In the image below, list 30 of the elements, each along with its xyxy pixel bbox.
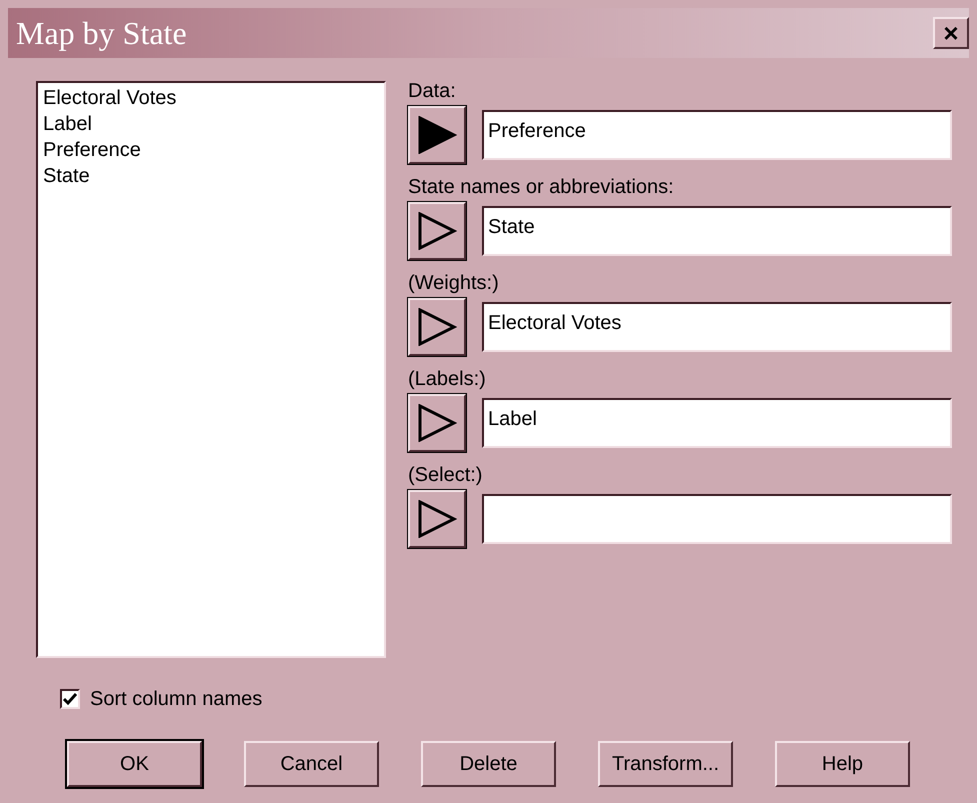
input-field[interactable]: Preference: [482, 110, 952, 160]
checkbox[interactable]: [60, 689, 80, 709]
input-field[interactable]: Label: [482, 398, 952, 448]
list-item[interactable]: Label: [43, 111, 379, 137]
arrow-button[interactable]: [408, 490, 466, 548]
arrow-button[interactable]: [408, 106, 466, 164]
close-button[interactable]: ×: [933, 17, 969, 49]
field-label: Data:: [408, 80, 457, 102]
field-label: (Labels:): [408, 368, 487, 390]
arrow-button[interactable]: [408, 298, 466, 356]
dialog-button[interactable]: Transform...: [598, 741, 733, 787]
dialog-button[interactable]: OK: [67, 741, 202, 787]
dialog-button[interactable]: Delete: [421, 741, 556, 787]
field-label: (Weights:): [408, 272, 500, 294]
dialog-button[interactable]: Cancel: [244, 741, 379, 787]
field-label: State names or abbreviations:: [408, 176, 675, 198]
column-list[interactable]: Electoral Votes Label Preference State: [36, 81, 386, 658]
window-title: Map by State: [16, 14, 187, 53]
arrow-button[interactable]: [408, 394, 466, 452]
input-field[interactable]: [482, 494, 952, 544]
input-field[interactable]: Electoral Votes: [482, 302, 952, 352]
arrow-button[interactable]: [408, 202, 466, 260]
field-label: (Select:): [408, 464, 484, 486]
list-item[interactable]: Electoral Votes: [43, 85, 379, 111]
checkbox-label: Sort column names: [90, 687, 262, 712]
input-field[interactable]: State: [482, 206, 952, 256]
dialog-button[interactable]: Help: [775, 741, 910, 787]
list-item[interactable]: State: [43, 163, 379, 189]
list-item[interactable]: Preference: [43, 137, 379, 163]
check-icon: [63, 692, 77, 706]
